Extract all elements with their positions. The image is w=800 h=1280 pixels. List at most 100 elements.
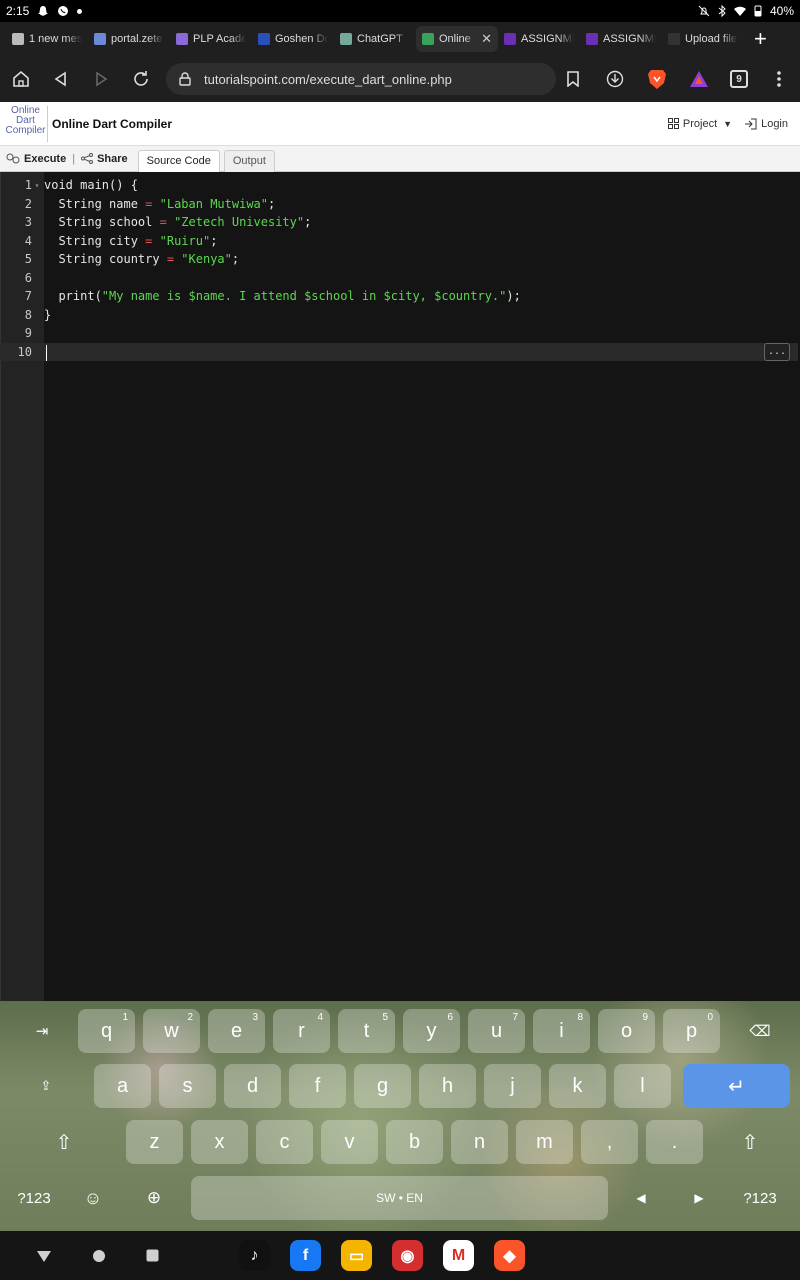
browser-tab[interactable]: ChatGPT: [334, 26, 416, 52]
back-icon[interactable]: [50, 68, 72, 90]
browser-tab[interactable]: 1 new mes: [6, 26, 88, 52]
key-d[interactable]: d: [224, 1064, 281, 1108]
home-icon[interactable]: [10, 68, 32, 90]
download-icon[interactable]: [604, 68, 626, 90]
execute-label: Execute: [24, 152, 67, 165]
key-h[interactable]: h: [419, 1064, 476, 1108]
dock-app-manchester-united-icon[interactable]: ◉: [392, 1240, 423, 1271]
dock-app-slides-icon[interactable]: ▭: [341, 1240, 372, 1271]
browser-tab[interactable]: Online ✕: [416, 26, 498, 52]
key-n[interactable]: n: [451, 1120, 508, 1164]
key-m[interactable]: m: [516, 1120, 573, 1164]
tab-favicon-icon: [586, 33, 598, 45]
key-hint-number: 0: [707, 1012, 713, 1023]
key-z[interactable]: z: [126, 1120, 183, 1164]
key-p[interactable]: p0: [663, 1009, 720, 1053]
code-text: String school = "Zetech Univesity";: [44, 215, 312, 230]
browser-tab[interactable]: ASSIGNME: [498, 26, 580, 52]
browser-tab[interactable]: PLP Acade: [170, 26, 252, 52]
nav-back-icon[interactable]: [36, 1249, 52, 1263]
more-options-button[interactable]: ...: [764, 342, 790, 361]
code-line[interactable]: 10...: [0, 342, 798, 361]
fold-arrow-icon[interactable]: ▾: [32, 181, 42, 190]
cursor-right-icon[interactable]: ▶: [684, 1176, 714, 1220]
tab-count[interactable]: 9: [730, 70, 748, 88]
forward-icon[interactable]: [90, 68, 112, 90]
key-b[interactable]: b: [386, 1120, 443, 1164]
key-t[interactable]: t5: [338, 1009, 395, 1053]
key-r[interactable]: r4: [273, 1009, 330, 1053]
key-j[interactable]: j: [484, 1064, 541, 1108]
tab-key-icon[interactable]: ⇥: [22, 1009, 62, 1053]
key-w[interactable]: w2: [143, 1009, 200, 1053]
key-u[interactable]: u7: [468, 1009, 525, 1053]
key-o[interactable]: o9: [598, 1009, 655, 1053]
code-line[interactable]: 8}: [0, 306, 798, 325]
reload-icon[interactable]: [130, 68, 152, 90]
whatsapp-icon: [58, 6, 69, 16]
key-i[interactable]: i8: [533, 1009, 590, 1053]
space-bar[interactable]: SW • EN: [191, 1176, 608, 1220]
site-logo[interactable]: Online Dart Compiler: [4, 105, 48, 142]
browser-tab[interactable]: Upload file: [662, 26, 744, 52]
key-x[interactable]: x: [191, 1120, 248, 1164]
backspace-key-icon[interactable]: ⌫: [738, 1009, 782, 1053]
new-tab-icon[interactable]: +: [754, 26, 767, 52]
brave-rewards-icon[interactable]: [688, 68, 710, 90]
code-line[interactable]: 6: [0, 269, 798, 288]
nav-recents-icon[interactable]: [146, 1249, 159, 1262]
code-line[interactable]: 7 print("My name is $name. I attend $sch…: [0, 287, 798, 306]
project-menu[interactable]: Project ▼: [667, 118, 732, 130]
symbols-key-right[interactable]: ?123: [736, 1176, 784, 1220]
key-s[interactable]: s: [159, 1064, 216, 1108]
key-f[interactable]: f: [289, 1064, 346, 1108]
login-link[interactable]: Login: [744, 118, 788, 130]
enter-key-icon[interactable]: ↵: [683, 1064, 790, 1108]
brave-shields-icon[interactable]: [646, 68, 668, 90]
key-c[interactable]: c: [256, 1120, 313, 1164]
login-icon: [745, 118, 757, 129]
browser-tab[interactable]: Goshen De: [252, 26, 334, 52]
menu-icon[interactable]: [768, 68, 790, 90]
line-number: 7: [24, 289, 32, 304]
key-a[interactable]: a: [94, 1064, 151, 1108]
code-line[interactable]: 4 String city = "Ruiru";: [0, 232, 798, 251]
shift-left-key-icon[interactable]: ⇧: [38, 1120, 90, 1164]
cursor-left-icon[interactable]: ◀: [626, 1176, 656, 1220]
nav-home-icon[interactable]: [92, 1249, 106, 1263]
wifi-icon: [733, 6, 746, 16]
close-tab-icon[interactable]: ✕: [481, 31, 492, 47]
emoji-key-icon[interactable]: ☺: [73, 1176, 113, 1220]
code-editor[interactable]: 1 ▾ void main() {2 String name = "Laban Mu…: [0, 172, 800, 1001]
key-k[interactable]: k: [549, 1064, 606, 1108]
key-g[interactable]: g: [354, 1064, 411, 1108]
execute-button[interactable]: Execute: [0, 153, 72, 165]
dock-app-facebook-icon[interactable]: f: [290, 1240, 321, 1271]
key-v[interactable]: v: [321, 1120, 378, 1164]
code-line[interactable]: 1 ▾ void main() {: [0, 176, 798, 195]
bookmark-icon[interactable]: [562, 68, 584, 90]
tab-source-code[interactable]: Source Code: [137, 149, 220, 172]
code-line[interactable]: 5 String country = "Kenya";: [0, 250, 798, 269]
address-bar[interactable]: tutorialspoint.com/execute_dart_online.p…: [166, 63, 556, 95]
globe-key-icon[interactable]: ⊕: [134, 1176, 174, 1220]
browser-tab[interactable]: ASSIGNME: [580, 26, 662, 52]
code-line[interactable]: 2 String name = "Laban Mutwiwa";: [0, 195, 798, 214]
key-y[interactable]: y6: [403, 1009, 460, 1053]
key-period[interactable]: .: [646, 1120, 703, 1164]
key-comma[interactable]: ,: [581, 1120, 638, 1164]
code-line[interactable]: 9: [0, 324, 798, 343]
dock-app-gmail-icon[interactable]: M: [443, 1240, 474, 1271]
dock-app-tiktok-icon[interactable]: ♪: [239, 1240, 270, 1271]
browser-tab[interactable]: portal.zete: [88, 26, 170, 52]
code-line[interactable]: 3 String school = "Zetech Univesity";: [0, 213, 798, 232]
dock-app-brave-icon[interactable]: ◆: [494, 1240, 525, 1271]
share-button[interactable]: Share: [75, 153, 134, 165]
key-q[interactable]: q1: [78, 1009, 135, 1053]
key-e[interactable]: e3: [208, 1009, 265, 1053]
key-l[interactable]: l: [614, 1064, 671, 1108]
symbols-key-left[interactable]: ?123: [10, 1176, 58, 1220]
tab-output[interactable]: Output: [223, 149, 275, 172]
caps-toggle-icon[interactable]: ⇪: [26, 1064, 66, 1108]
shift-right-key-icon[interactable]: ⇧: [722, 1120, 778, 1164]
